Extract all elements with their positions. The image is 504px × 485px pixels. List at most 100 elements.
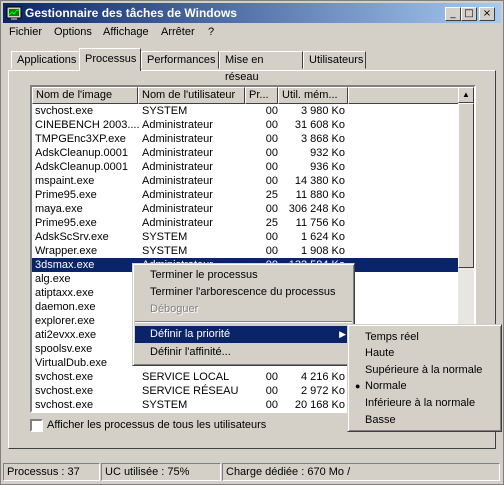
cell-image-name: VirtualDub.exe [35,357,107,369]
menu-separator [135,321,352,323]
cell-user-name: Administrateur [142,203,213,215]
priority-submenu: Temps réel Haute Supérieure à la normale… [347,324,502,432]
cell-user-name: SERVICE LOCAL [142,371,230,383]
cell-image-name: svchost.exe [35,399,94,411]
maximize-icon[interactable]: □ [461,7,477,21]
cell-image-name: AdskCleanup.0001 [35,147,128,159]
cell-user-name: SYSTEM [142,399,188,411]
cell-memory: 306 248 Ko [288,203,345,215]
cell-image-name: ati2evxx.exe [35,329,97,341]
table-row[interactable]: AdskCleanup.0001 Administrateur 00 932 Ko [32,146,462,160]
table-row[interactable]: AdskCleanup.0001 Administrateur 00 936 Ko [32,160,462,174]
show-all-processes-checkbox[interactable] [30,419,43,432]
menu-debug[interactable]: Déboguer [135,301,352,318]
table-row[interactable]: Prime95.exe Administrateur 25 11 880 Ko [32,188,462,202]
cell-user-name: Administrateur [142,147,213,159]
table-row[interactable]: svchost.exe SYSTEM 00 3 980 Ko [32,104,462,118]
cell-cpu: 00 [265,203,278,215]
table-row[interactable]: AdskScSrv.exe SYSTEM 00 1 624 Ko [32,230,462,244]
priority-below-normal[interactable]: Inférieure à la normale [350,395,499,412]
table-row[interactable]: CINEBENCH 2003.... Administrateur 00 31 608… [32,118,462,132]
status-commit: Charge dédiée : 670 Mo / [222,463,500,481]
process-context-menu: Terminer le processus Terminer l'arbores… [132,263,355,366]
menu-set-priority-label: Définir la priorité [150,328,231,340]
column-header-cpu[interactable]: Pr... [245,87,278,104]
task-manager-icon [6,6,22,20]
priority-realtime[interactable]: Temps réel [350,329,499,346]
tab-mise-en-reseau[interactable]: Mise en réseau [219,51,303,83]
scroll-up-icon[interactable]: ▲ [458,87,474,103]
menu-set-priority[interactable]: Définir la priorité ▶ [135,326,352,343]
menu-fichier[interactable]: Fichier [9,26,42,38]
cell-image-name: TMPGEnc3XP.exe [35,133,126,145]
column-header-image[interactable]: Nom de l'image [32,87,138,104]
cell-memory: 11 880 Ko [295,189,345,201]
priority-above-normal[interactable]: Supérieure à la normale [350,362,499,379]
tab-utilisateurs[interactable]: Utilisateurs [303,51,366,69]
cell-user-name: SYSTEM [142,105,188,117]
cell-user-name: Administrateur [142,161,213,173]
table-row[interactable]: TMPGEnc3XP.exe Administrateur 00 3 868 Ko [32,132,462,146]
cell-image-name: alg.exe [35,273,71,285]
tab-processus[interactable]: Processus [79,48,141,71]
cell-cpu: 25 [265,217,278,229]
menu-affichage[interactable]: Affichage [103,26,149,38]
close-icon[interactable]: × [479,7,495,21]
cell-memory: 31 608 Ko [294,119,345,131]
cell-image-name: AdskCleanup.0001 [35,161,128,173]
cell-memory: 2 972 Ko [300,385,345,397]
cell-cpu: 00 [265,105,278,117]
tab-applications[interactable]: Applications [11,51,80,69]
cell-image-name: CINEBENCH 2003.... [35,119,139,131]
tab-performances[interactable]: Performances [141,51,219,69]
cell-cpu: 00 [265,371,278,383]
cell-user-name: SERVICE RÉSEAU [142,385,239,397]
cell-cpu: 00 [265,133,278,145]
show-all-processes-label[interactable]: Afficher les processus de tous les utili… [47,419,266,431]
cell-user-name: Administrateur [142,217,213,229]
cell-memory: 11 756 Ko [295,217,345,229]
column-header-mem[interactable]: Util. mém... [278,87,348,104]
menu-options[interactable]: Options [54,26,92,38]
cell-cpu: 00 [265,119,278,131]
menu-end-process-tree[interactable]: Terminer l'arborescence du processus [135,284,352,301]
cell-image-name: mspaint.exe [35,175,95,187]
cell-image-name: svchost.exe [35,385,94,397]
column-header-filler [348,87,462,104]
cell-image-name: svchost.exe [35,105,94,117]
window-title: Gestionnaire des tâches de Windows [25,6,237,20]
cell-image-name: Prime95.exe [35,217,97,229]
cell-cpu: 00 [265,245,278,257]
priority-normal[interactable]: ● Normale [350,378,499,395]
cell-user-name: Administrateur [142,133,213,145]
cell-user-name: Administrateur [142,175,213,187]
cell-cpu: 00 [265,385,278,397]
scroll-thumb[interactable] [458,103,474,268]
priority-low[interactable]: Basse [350,412,499,429]
cell-cpu: 00 [265,147,278,159]
table-row[interactable]: mspaint.exe Administrateur 00 14 380 Ko [32,174,462,188]
cell-memory: 4 216 Ko [300,371,345,383]
cell-image-name: maya.exe [35,203,83,215]
cell-image-name: Prime95.exe [35,189,97,201]
menu-set-affinity[interactable]: Définir l'affinité... [135,344,352,361]
title-bar[interactable]: Gestionnaire des tâches de Windows _ □ × [3,3,501,23]
priority-high[interactable]: Haute [350,345,499,362]
cell-memory: 932 Ko [310,147,345,159]
cell-image-name: svchost.exe [35,371,94,383]
cell-user-name: SYSTEM [142,231,188,243]
cell-user-name: SYSTEM [142,245,188,257]
menu-end-process[interactable]: Terminer le processus [135,267,352,284]
menu-help[interactable]: ? [208,26,214,38]
cell-user-name: Administrateur [142,119,213,131]
menu-arreter[interactable]: Arrêter [161,26,195,38]
chevron-right-icon: ▶ [339,329,346,339]
column-header-user[interactable]: Nom de l'utilisateur [138,87,245,104]
table-row[interactable]: Wrapper.exe SYSTEM 00 1 908 Ko [32,244,462,258]
table-row[interactable]: Prime95.exe Administrateur 25 11 756 Ko [32,216,462,230]
minimize-icon[interactable]: _ [445,7,461,21]
cell-cpu: 00 [265,161,278,173]
cell-image-name: daemon.exe [35,301,96,313]
radio-bullet-icon: ● [355,381,361,391]
table-row[interactable]: maya.exe Administrateur 00 306 248 Ko [32,202,462,216]
